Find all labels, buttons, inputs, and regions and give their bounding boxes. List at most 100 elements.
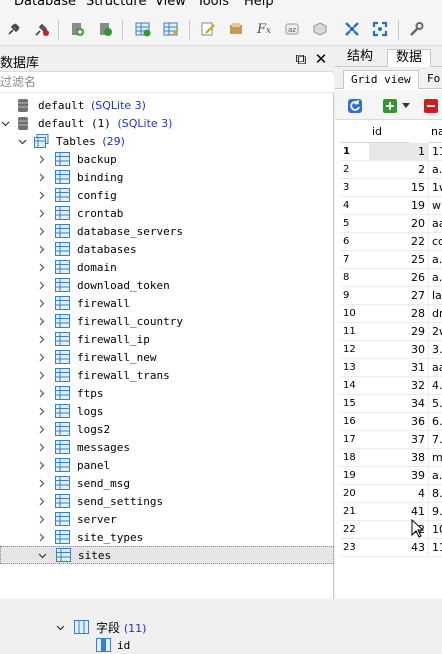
integrity-check-icon[interactable]: [369, 18, 391, 40]
tree-tables-node[interactable]: Tables (29): [0, 132, 334, 150]
cell-name[interactable]: a.la: [428, 269, 442, 287]
chevron-down-icon[interactable]: [55, 622, 65, 632]
chevron-right-icon[interactable]: [36, 262, 46, 272]
cell-name[interactable]: 10: [428, 521, 442, 539]
row-number[interactable]: 1: [340, 143, 369, 161]
cell-name[interactable]: my: [428, 449, 442, 467]
row-number[interactable]: 3: [340, 179, 369, 197]
tree-table-config[interactable]: config: [0, 186, 334, 204]
tree-table-crontab[interactable]: crontab: [0, 204, 334, 222]
row-number[interactable]: 15: [340, 395, 369, 413]
row-number[interactable]: 11: [340, 323, 369, 341]
chevron-right-icon[interactable]: [36, 388, 46, 398]
row-number[interactable]: 9: [340, 287, 369, 305]
refresh-database-icon[interactable]: [94, 18, 116, 40]
chevron-right-icon[interactable]: [36, 406, 46, 416]
tree-db-default-1[interactable]: default (1) (SQLite 3): [0, 114, 334, 132]
cell-name[interactable]: a.la: [428, 251, 442, 269]
chevron-right-icon[interactable]: [36, 208, 46, 218]
tree-table-firewall[interactable]: firewall: [0, 294, 334, 312]
chevron-down-icon[interactable]: [17, 136, 27, 146]
tree-table-logs[interactable]: logs: [0, 402, 334, 420]
cell-id[interactable]: 19: [369, 197, 428, 215]
chevron-right-icon[interactable]: [36, 316, 46, 326]
add-database-icon[interactable]: [66, 18, 88, 40]
cell-name[interactable]: dru: [428, 305, 442, 323]
tab-form-view[interactable]: For: [420, 70, 442, 89]
tree-table-firewall-trans[interactable]: firewall_trans: [0, 366, 334, 384]
chevron-down-icon[interactable]: [0, 118, 10, 128]
cell-name[interactable]: aa: [428, 215, 442, 233]
cell-id[interactable]: 39: [369, 467, 428, 485]
chevron-right-icon[interactable]: [36, 424, 46, 434]
cell-id[interactable]: 22: [369, 233, 428, 251]
row-number[interactable]: 8: [340, 269, 369, 287]
tree-table-send-msg[interactable]: send_msg: [0, 474, 334, 492]
create-table-icon[interactable]: [132, 18, 154, 40]
cell-id[interactable]: 32: [369, 377, 428, 395]
tree-table-panel[interactable]: panel: [0, 456, 334, 474]
cell-name[interactable]: 9.v: [428, 503, 442, 521]
cell-name[interactable]: 11: [428, 143, 442, 161]
cell-id[interactable]: 30: [369, 341, 428, 359]
cell-id[interactable]: 25: [369, 251, 428, 269]
cell-id[interactable]: 43: [369, 539, 428, 557]
tree-table-logs2[interactable]: logs2: [0, 420, 334, 438]
row-number[interactable]: 17: [340, 431, 369, 449]
insert-row-icon[interactable]: [379, 95, 401, 117]
menu-structure[interactable]: Structure: [86, 0, 146, 9]
cell-name[interactable]: 2w: [428, 323, 442, 341]
chevron-right-icon[interactable]: [36, 226, 46, 236]
row-number[interactable]: 7: [340, 251, 369, 269]
cell-id[interactable]: 15: [369, 179, 428, 197]
cell-name[interactable]: a.1: [428, 161, 442, 179]
chevron-right-icon[interactable]: [36, 532, 46, 542]
tree-field-id[interactable]: id: [0, 636, 334, 654]
refresh-icon[interactable]: [344, 95, 366, 117]
float-panel-icon[interactable]: ⧉: [292, 50, 310, 68]
row-number[interactable]: 19: [340, 467, 369, 485]
tree-table-ftps[interactable]: ftps: [0, 384, 334, 402]
cell-name[interactable]: 3.v: [428, 341, 442, 359]
tab-grid-view[interactable]: Grid view: [343, 70, 419, 89]
row-number[interactable]: 22: [340, 521, 369, 539]
chevron-right-icon[interactable]: [36, 280, 46, 290]
cell-name[interactable]: 1w: [428, 179, 442, 197]
cell-name[interactable]: lar: [428, 287, 442, 305]
row-number[interactable]: 23: [340, 539, 369, 557]
chevron-right-icon[interactable]: [36, 370, 46, 380]
row-number[interactable]: 20: [340, 485, 369, 503]
chevron-right-icon[interactable]: [36, 172, 46, 182]
cell-id[interactable]: 31: [369, 359, 428, 377]
column-header-id[interactable]: id: [369, 121, 409, 143]
cell-name[interactable]: 5.v: [428, 395, 442, 413]
cell-id[interactable]: 4: [369, 485, 428, 503]
cell-name[interactable]: wp: [428, 197, 442, 215]
tree-fields-node[interactable]: 字段 (11): [0, 618, 334, 636]
row-number[interactable]: 21: [340, 503, 369, 521]
row-number[interactable]: 4: [340, 197, 369, 215]
tree-table-databases[interactable]: databases: [0, 240, 334, 258]
tree-table-send-settings[interactable]: send_settings: [0, 492, 334, 510]
tree-table-firewall-new[interactable]: firewall_new: [0, 348, 334, 366]
tree-table-database-servers[interactable]: database_servers: [0, 222, 334, 240]
tree-table-download-token[interactable]: download_token: [0, 276, 334, 294]
column-header-name[interactable]: nam: [428, 121, 442, 143]
cell-id[interactable]: 20: [369, 215, 428, 233]
tab-structure[interactable]: 结构: [339, 49, 381, 67]
tree-table-binding[interactable]: binding: [0, 168, 334, 186]
row-number[interactable]: 5: [340, 215, 369, 233]
cell-name[interactable]: aa: [428, 359, 442, 377]
row-number[interactable]: 6: [340, 233, 369, 251]
chevron-right-icon[interactable]: [36, 298, 46, 308]
row-number[interactable]: 12: [340, 341, 369, 359]
chevron-right-icon[interactable]: [36, 496, 46, 506]
cell-name[interactable]: cc.: [428, 233, 442, 251]
cell-id[interactable]: 27: [369, 287, 428, 305]
cell-name[interactable]: 11: [428, 539, 442, 557]
chevron-right-icon[interactable]: [36, 352, 46, 362]
tree-table-messages[interactable]: messages: [0, 438, 334, 456]
chevron-down-icon[interactable]: [37, 550, 47, 560]
row-number[interactable]: 10: [340, 305, 369, 323]
export-icon[interactable]: [225, 18, 247, 40]
